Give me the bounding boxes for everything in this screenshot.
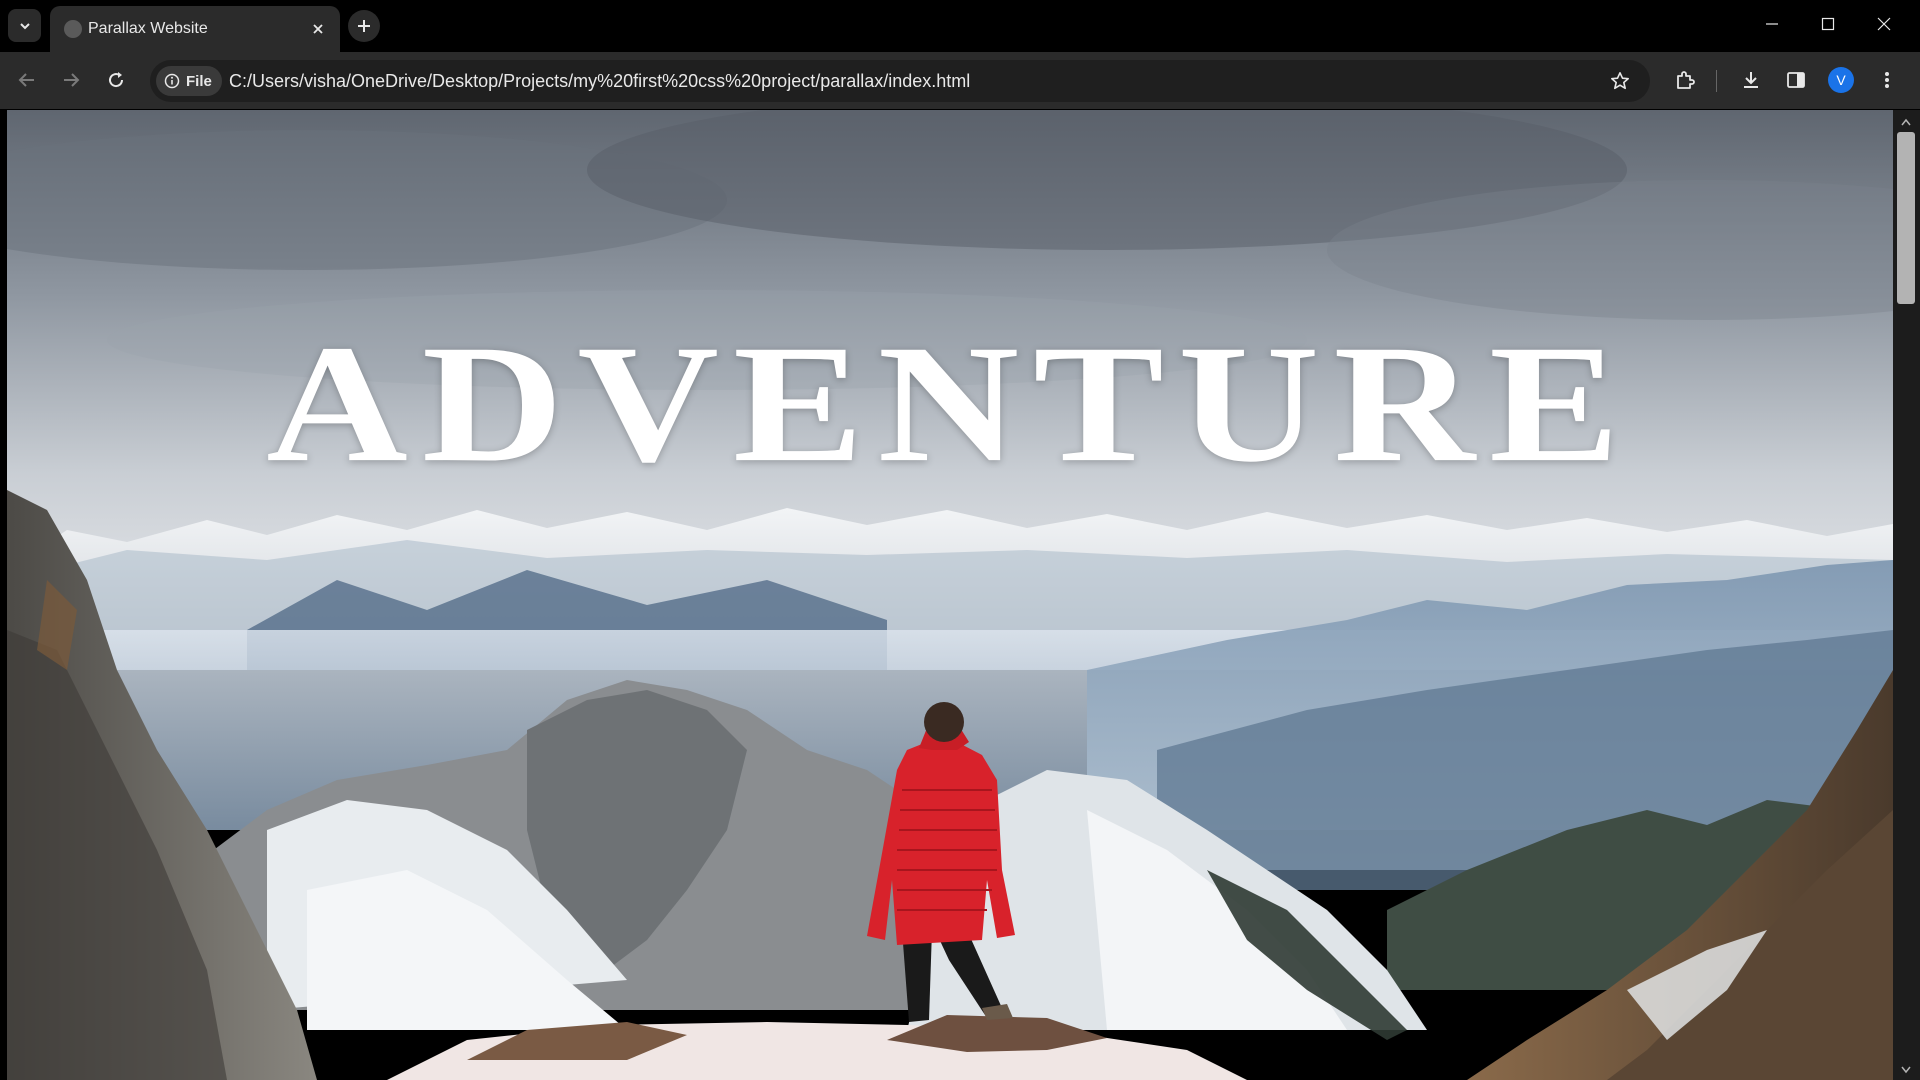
reload-icon	[109, 72, 124, 88]
downloads-button[interactable]	[1735, 64, 1767, 96]
back-arrow-icon	[18, 73, 34, 87]
bookmark-button[interactable]	[1608, 69, 1632, 93]
download-icon	[1744, 72, 1758, 88]
close-icon	[313, 24, 323, 34]
window-close-button[interactable]	[1856, 0, 1912, 48]
forward-button[interactable]	[54, 63, 88, 97]
mountain-hero-image	[7, 110, 1893, 1080]
globe-favicon-icon	[64, 20, 82, 38]
side-panel-button[interactable]	[1780, 64, 1812, 96]
scroll-up-button[interactable]	[1898, 114, 1914, 130]
star-icon	[1611, 72, 1629, 90]
menu-button[interactable]	[1871, 64, 1903, 96]
page-headline: ADVENTURE	[266, 310, 1634, 498]
page-scrollbar[interactable]	[1893, 110, 1920, 1080]
window-close-icon	[1877, 17, 1891, 31]
caret-up-icon	[1901, 118, 1911, 126]
url-text[interactable]: C:/Users/visha/OneDrive/Desktop/Projects…	[229, 71, 970, 92]
new-tab-button[interactable]	[348, 10, 380, 42]
profile-avatar[interactable]: V	[1828, 67, 1854, 93]
site-info-label: File	[186, 72, 212, 90]
minimize-button[interactable]	[1744, 0, 1800, 48]
browser-window: Parallax Website File C:/Users/visha/One…	[0, 0, 1920, 1080]
forward-arrow-icon	[64, 73, 80, 87]
info-icon	[164, 73, 180, 89]
maximize-button[interactable]	[1800, 0, 1856, 48]
page-viewport: ADVENTURE	[7, 110, 1893, 1080]
site-info-chip[interactable]: File	[156, 66, 222, 96]
active-tab[interactable]: Parallax Website	[50, 6, 340, 52]
toolbar-separator	[1716, 70, 1717, 92]
caret-down-icon	[1901, 1066, 1911, 1074]
plus-icon	[358, 20, 370, 32]
maximize-icon	[1821, 17, 1835, 31]
more-vert-icon	[1885, 72, 1889, 88]
tab-close-button[interactable]	[308, 19, 328, 39]
tab-search-button[interactable]	[8, 9, 41, 42]
reload-button[interactable]	[99, 63, 133, 97]
scrollbar-thumb[interactable]	[1897, 132, 1915, 304]
tab-strip: Parallax Website	[0, 0, 1920, 52]
minimize-icon	[1766, 23, 1778, 25]
extensions-button[interactable]	[1669, 64, 1701, 96]
browser-toolbar: File C:/Users/visha/OneDrive/Desktop/Pro…	[0, 52, 1920, 109]
head	[924, 702, 964, 742]
back-button[interactable]	[10, 63, 44, 97]
extensions-icon	[1677, 71, 1695, 89]
chevron-down-icon	[19, 22, 30, 29]
sidepanel-icon	[1787, 72, 1805, 88]
tab-title: Parallax Website	[88, 20, 208, 37]
scroll-down-button[interactable]	[1898, 1062, 1914, 1078]
address-bar[interactable]: File C:/Users/visha/OneDrive/Desktop/Pro…	[150, 60, 1650, 102]
